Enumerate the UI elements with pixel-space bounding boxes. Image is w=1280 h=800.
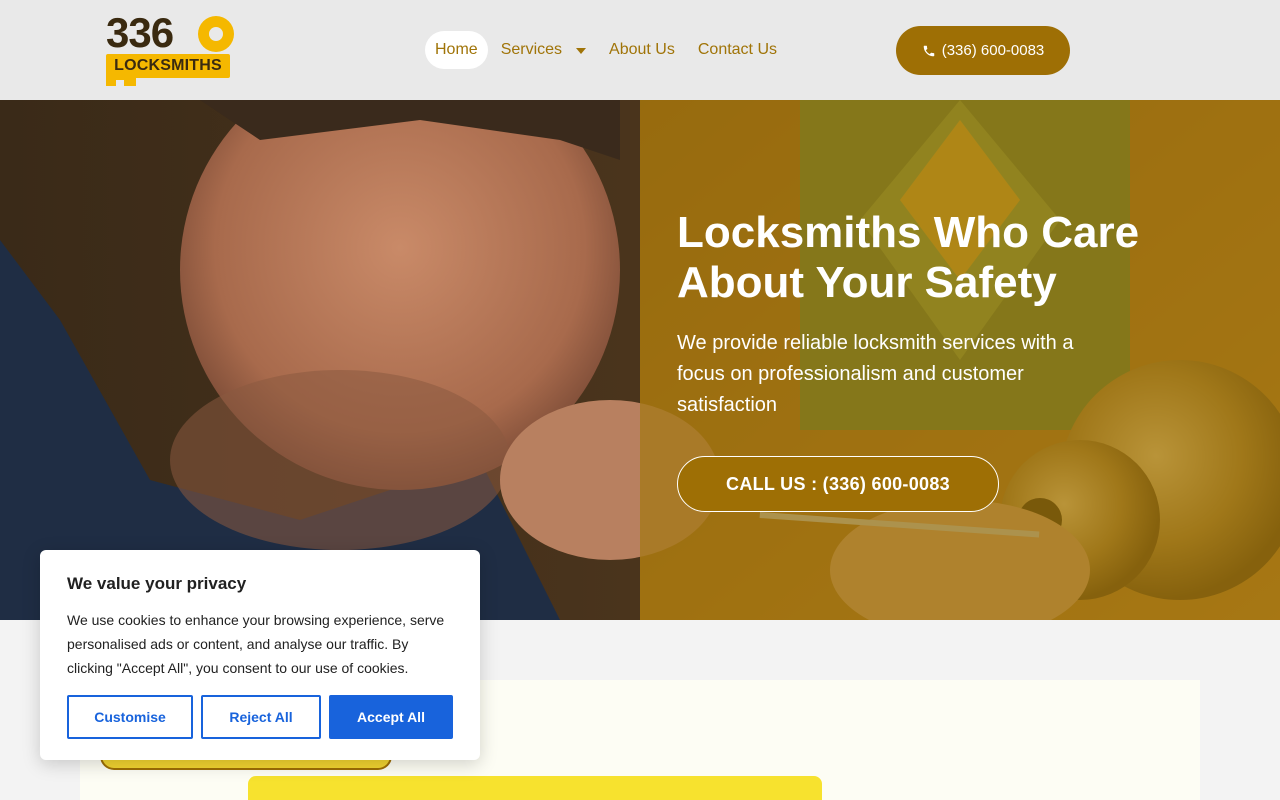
cookie-consent-dialog: We value your privacy We use cookies to …	[40, 550, 480, 760]
cookie-title: We value your privacy	[67, 574, 247, 593]
cookie-button-row: Customise Reject All Accept All	[67, 695, 453, 739]
cookie-description: We use cookies to enhance your browsing …	[67, 612, 445, 676]
nav-item-label: Contact Us	[697, 41, 777, 58]
header-phone-label: (336) 600-0083	[941, 42, 1045, 59]
nav-item-contact-us[interactable]: Contact Us	[688, 31, 787, 69]
nav-item-label: Services	[500, 41, 563, 58]
nav-item-services[interactable]: Services	[491, 31, 596, 69]
intro-heading-highlight	[248, 776, 822, 800]
key-icon	[198, 16, 234, 52]
hero-call-button[interactable]: CALL US : (336) 600-0083	[677, 456, 999, 512]
hero-section: Locksmiths Who Care About Your Safety We…	[0, 100, 1280, 620]
logo-word: LOCKSMITHS	[106, 54, 230, 78]
nav-item-label: Home	[435, 41, 478, 58]
main-navigation: Home Services About Us Contact Us	[425, 31, 787, 69]
header-phone-button[interactable]: (336) 600-0083	[896, 26, 1070, 75]
nav-item-home[interactable]: Home	[425, 31, 488, 69]
key-teeth-graphic	[106, 76, 136, 86]
accept-all-button[interactable]: Accept All	[329, 695, 453, 739]
phone-icon	[923, 45, 934, 56]
site-logo[interactable]: 336 LOCKSMITHS	[106, 12, 236, 88]
reject-all-button[interactable]: Reject All	[201, 695, 321, 739]
site-header: 336 LOCKSMITHS Home Services About Us Co…	[0, 0, 1280, 100]
nav-item-label: About Us	[609, 41, 675, 58]
hero-title: Locksmiths Who Care About Your Safety	[677, 208, 1140, 307]
logo-digits: 336	[106, 9, 174, 56]
customise-button[interactable]: Customise	[67, 695, 193, 739]
nav-item-about-us[interactable]: About Us	[599, 31, 685, 69]
chevron-down-icon	[576, 48, 587, 54]
hero-subtitle: We provide reliable locksmith services w…	[677, 332, 1074, 416]
